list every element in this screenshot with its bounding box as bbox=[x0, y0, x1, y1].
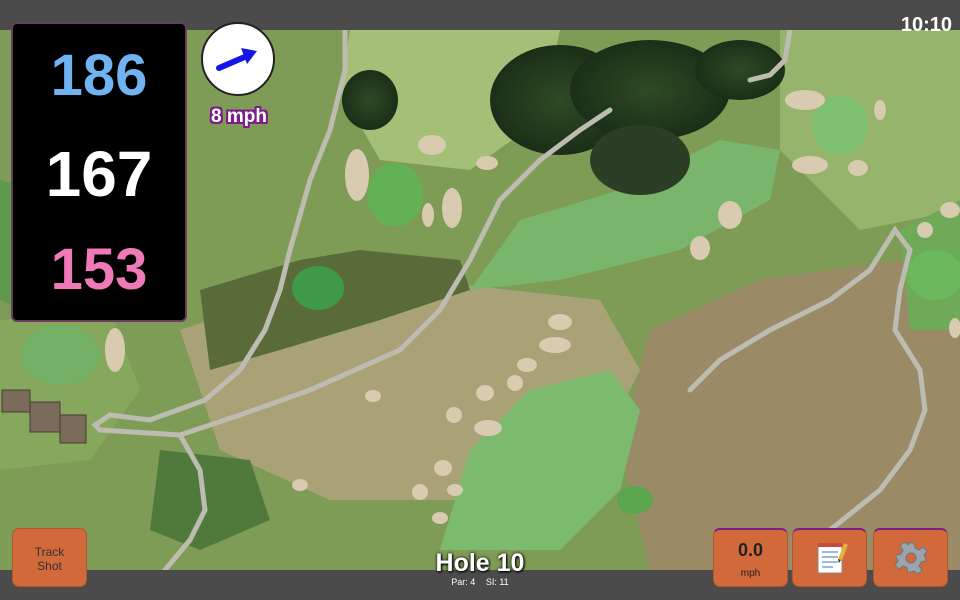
hole-stroke-index: SI: 11 bbox=[485, 577, 509, 587]
notepad-icon bbox=[817, 543, 848, 574]
wind-arrow-icon bbox=[216, 48, 257, 71]
hole-info: Par: 4 SI: 11 bbox=[380, 577, 580, 587]
front-distance: 153 bbox=[50, 237, 148, 302]
back-distance: 186 bbox=[50, 43, 148, 108]
distance-panel: 186 167 153 bbox=[11, 22, 187, 322]
gear-icon bbox=[894, 541, 928, 575]
wind-indicator bbox=[201, 22, 275, 96]
track-shot-label-line2: Shot bbox=[37, 559, 62, 573]
track-shot-label-line1: Track bbox=[34, 545, 65, 559]
speed-value: 0.0 bbox=[737, 540, 764, 560]
track-shot-button[interactable]: Track Shot bbox=[12, 528, 87, 587]
notes-button[interactable] bbox=[792, 528, 867, 587]
hole-par: Par: 4 bbox=[451, 577, 476, 587]
speed-unit: mph bbox=[740, 568, 761, 579]
middle-distance: 167 bbox=[45, 138, 153, 210]
speed-button[interactable]: 0.0 mph bbox=[713, 528, 788, 587]
hole-title: Hole 10 bbox=[435, 549, 525, 577]
wind-speed-label: 8 mph bbox=[211, 106, 267, 127]
settings-button[interactable] bbox=[873, 528, 948, 587]
clock-time: 10:10 bbox=[900, 14, 952, 36]
